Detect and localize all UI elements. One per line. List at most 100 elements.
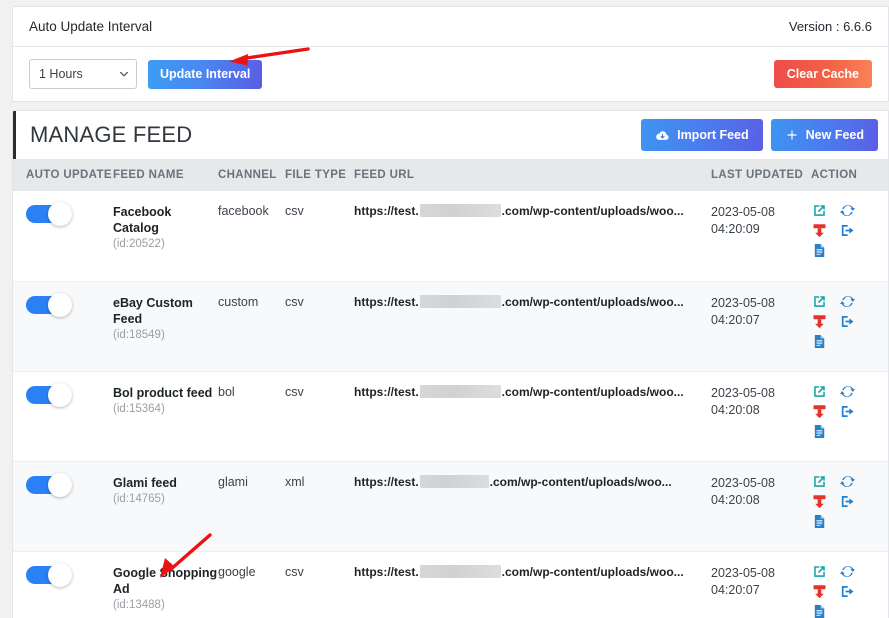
external-link-icon[interactable]: [811, 202, 828, 219]
redacted-domain: [419, 384, 501, 398]
feed-url-prefix: https://test.: [354, 564, 419, 579]
manage-feed-header: MANAGE FEED Import Feed New Feed: [13, 111, 888, 159]
table-row: Google Shopping Ad (id:13488) google csv htt…: [13, 551, 888, 618]
feed-table-body: Facebook Catalog (id:20522) facebook csv htt…: [13, 191, 888, 618]
feed-name-text: Google Shopping Ad: [113, 565, 218, 596]
interval-select[interactable]: 1 Hours: [29, 59, 137, 89]
cell-last-updated: 2023-05-08 04:20:07: [711, 551, 811, 618]
cell-auto-update: [13, 551, 113, 618]
channel-text: bol: [218, 384, 235, 399]
external-link-icon[interactable]: [811, 563, 828, 580]
cell-auto-update: [13, 371, 113, 462]
table-row: Bol product feed (id:15364) bol csv https://…: [13, 371, 888, 462]
download-icon[interactable]: [811, 493, 828, 510]
cell-auto-update: [13, 281, 113, 372]
refresh-icon[interactable]: [839, 202, 856, 219]
interval-select-wrapper: 1 Hours: [29, 59, 137, 89]
action-icon-group: [811, 282, 888, 350]
import-feed-button[interactable]: Import Feed: [641, 119, 763, 151]
cell-file-type: csv: [285, 191, 354, 282]
feed-name-text: Facebook Catalog: [113, 205, 172, 235]
new-feed-button[interactable]: New Feed: [770, 119, 878, 151]
cell-feed-url: https://test. .com/wp-content/uploads/woo…: [354, 371, 711, 462]
panel-body: 1 Hours Update Interval Clear Cache: [13, 47, 888, 101]
cell-last-updated: 2023-05-08 04:20:07: [711, 281, 811, 372]
download-icon[interactable]: [811, 583, 828, 600]
auto-update-toggle[interactable]: [26, 202, 72, 226]
cell-feed-name: Glami feed (id:14765): [113, 461, 218, 552]
cell-feed-url: https://test. .com/wp-content/uploads/woo…: [354, 281, 711, 372]
feed-url-link[interactable]: https://test. .com/wp-content/uploads/woo…: [354, 552, 711, 579]
cell-file-type: xml: [285, 461, 354, 552]
auto-update-toggle[interactable]: [26, 292, 72, 317]
refresh-icon[interactable]: [839, 473, 856, 490]
cell-channel: glami: [218, 461, 285, 552]
feed-url-prefix: https://test.: [354, 204, 419, 218]
feed-url-link[interactable]: https://test. .com/wp-content/uploads/woo…: [354, 191, 711, 218]
document-icon[interactable]: [811, 513, 828, 530]
update-interval-button[interactable]: Update Interval: [148, 59, 263, 89]
export-icon[interactable]: [839, 313, 856, 330]
redacted-domain: [419, 564, 501, 578]
download-icon[interactable]: [811, 313, 828, 330]
auto-update-toggle[interactable]: [26, 562, 72, 587]
refresh-icon[interactable]: [839, 293, 856, 310]
download-icon[interactable]: [811, 403, 828, 420]
cell-feed-name: Bol product feed (id:15364): [113, 371, 218, 462]
refresh-icon[interactable]: [839, 383, 856, 400]
external-link-icon[interactable]: [811, 293, 828, 310]
column-header-last-updated: LAST UPDATED: [711, 159, 811, 191]
export-icon[interactable]: [839, 583, 856, 600]
document-icon[interactable]: [811, 242, 828, 259]
import-feed-label: Import Feed: [677, 128, 749, 142]
redacted-domain: [419, 204, 501, 217]
cell-action: [811, 371, 888, 462]
cell-file-type: csv: [285, 371, 354, 462]
page-title: Auto Update Interval: [29, 19, 153, 34]
feed-url-suffix: .com/wp-content/uploads/woo...: [489, 474, 672, 489]
toggle-knob: [48, 382, 72, 407]
column-header-feed-url: FEED URL: [354, 159, 711, 191]
column-header-action: ACTION: [811, 159, 888, 191]
refresh-icon[interactable]: [839, 563, 856, 580]
last-updated-time: 04:20:09: [711, 222, 760, 236]
feed-url-suffix: .com/wp-content/uploads/woo...: [501, 294, 684, 309]
version-label: Version : 6.6.6: [788, 19, 872, 34]
feed-url-prefix: https://test.: [354, 474, 419, 489]
feed-id-text: (id:15364): [113, 402, 165, 415]
feed-url-link[interactable]: https://test. .com/wp-content/uploads/woo…: [354, 372, 711, 399]
action-icon-group: [811, 372, 888, 440]
feed-table: AUTO UPDATE FEED NAME CHANNEL FILE TYPE …: [13, 159, 888, 618]
feed-id-text: (id:20522): [113, 238, 165, 250]
feed-url-link[interactable]: https://test. .com/wp-content/uploads/woo…: [354, 462, 711, 489]
download-icon[interactable]: [811, 222, 828, 239]
plus-icon: [786, 130, 797, 140]
document-icon[interactable]: [811, 423, 828, 440]
document-icon[interactable]: [811, 333, 828, 350]
toggle-knob: [48, 202, 72, 226]
cell-channel: google: [218, 551, 285, 618]
external-link-icon[interactable]: [811, 383, 828, 400]
document-icon[interactable]: [811, 603, 828, 618]
panel-header: Auto Update Interval Version : 6.6.6: [13, 7, 888, 47]
file-type-text: csv: [285, 384, 304, 399]
file-type-text: csv: [285, 294, 304, 309]
toggle-knob: [48, 292, 72, 317]
export-icon[interactable]: [839, 493, 856, 510]
external-link-icon[interactable]: [811, 473, 828, 490]
auto-update-toggle[interactable]: [26, 472, 72, 497]
feed-url-prefix: https://test.: [354, 384, 419, 399]
cell-action: [811, 461, 888, 552]
feed-url-link[interactable]: https://test. .com/wp-content/uploads/woo…: [354, 282, 711, 309]
cell-feed-name: Facebook Catalog (id:20522): [113, 191, 218, 282]
cell-action: [811, 551, 888, 618]
column-header-auto-update: AUTO UPDATE: [13, 159, 113, 191]
clear-cache-button[interactable]: Clear Cache: [773, 60, 872, 88]
app-root: Auto Update Interval Version : 6.6.6 1 H…: [0, 0, 889, 618]
cell-feed-url: https://test. .com/wp-content/uploads/woo…: [354, 551, 711, 618]
export-icon[interactable]: [839, 222, 856, 239]
auto-update-toggle[interactable]: [26, 382, 72, 407]
export-icon[interactable]: [839, 403, 856, 420]
channel-text: facebook: [218, 204, 269, 218]
toggle-knob: [48, 472, 72, 497]
